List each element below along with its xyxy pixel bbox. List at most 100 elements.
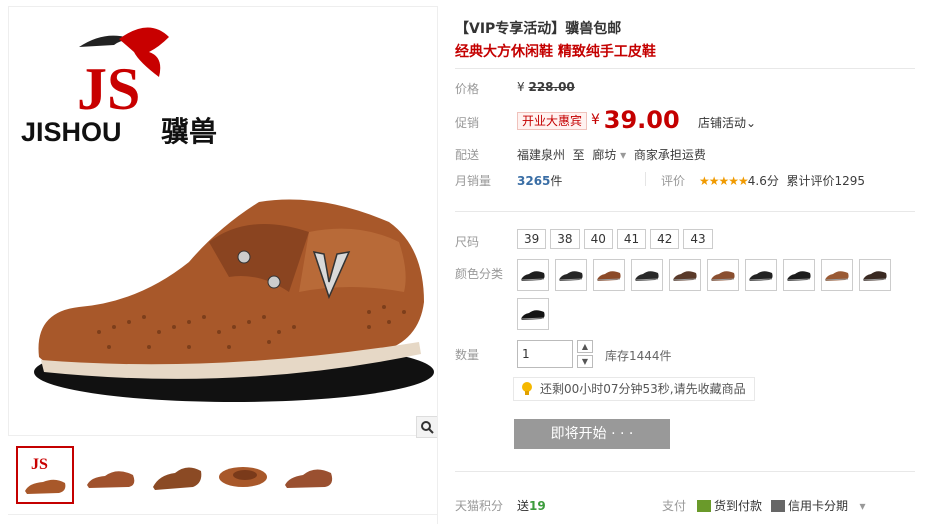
color-option[interactable] <box>593 259 625 291</box>
shipping-fee: 商家承担运费 <box>633 148 706 162</box>
product-gallery: JS JISHOU 骥兽 JS <box>8 6 438 518</box>
thumbnail[interactable] <box>82 446 140 504</box>
shoe-thumbnail-icon <box>634 271 659 281</box>
thumbnail[interactable] <box>148 446 206 504</box>
delivery-info: 福建泉州 至 廊坊 ▾ 商家承担运费 <box>517 146 706 163</box>
lightbulb-icon <box>522 382 532 395</box>
size-option[interactable]: 42 <box>650 229 680 249</box>
product-title: 【VIP专享活动】骥兽包邮 <box>455 21 622 37</box>
shoe-thumbnail-icon <box>862 271 887 281</box>
thumbnail-image <box>219 467 267 487</box>
points-prefix: 送 <box>517 499 530 513</box>
color-option[interactable] <box>555 259 587 291</box>
size-option[interactable]: 39 <box>517 229 547 249</box>
ship-destination: 廊坊 <box>592 148 617 162</box>
divider <box>455 211 915 212</box>
ship-destination-select[interactable]: 廊坊 ▾ <box>592 148 626 162</box>
thumbnail-image: JS <box>25 456 66 494</box>
countdown-text: 还剩00小时07分钟53秒,请先收藏商品 <box>540 382 746 396</box>
color-option[interactable] <box>517 298 549 330</box>
size-option[interactable]: 40 <box>583 229 613 249</box>
rating-label: 评价 <box>661 174 686 188</box>
thumbnail-strip: JS <box>16 446 338 506</box>
shoe-thumbnail-icon <box>824 271 849 281</box>
rating-stars: ★★★★★ <box>699 174 749 188</box>
ship-to-word: 至 <box>572 148 585 162</box>
color-option[interactable] <box>669 259 701 291</box>
cash-on-delivery-icon <box>697 500 711 512</box>
shoe-thumbnail-icon <box>786 271 811 281</box>
size-option[interactable]: 43 <box>683 229 713 249</box>
thumbnail[interactable] <box>214 446 272 504</box>
promo-label: 促销 <box>455 116 480 130</box>
start-button[interactable]: 即将开始 · · · <box>514 419 670 449</box>
delivery-label: 配送 <box>455 148 480 162</box>
color-option[interactable] <box>821 259 853 291</box>
currency-symbol: ¥ <box>591 112 600 128</box>
currency-symbol: ¥ <box>517 80 525 94</box>
product-page: JS JISHOU 骥兽 JS 【VIP专享活动】骥兽包邮 经典大方休闲鞋 精致… <box>0 0 930 524</box>
shop-event-label: 店铺活动 <box>698 116 747 130</box>
zoom-button[interactable] <box>416 416 438 438</box>
shoe-thumbnail-icon <box>558 271 583 281</box>
chevron-up-icon: ▲ <box>581 342 589 351</box>
divider <box>437 6 438 524</box>
thumbnail[interactable]: JS <box>16 446 74 504</box>
cash-on-delivery[interactable]: 货到付款 <box>697 497 762 514</box>
product-subtitle: 经典大方休闲鞋 精致纯手工皮鞋 <box>455 44 656 60</box>
quantity-decrease-button[interactable]: ▼ <box>577 355 593 368</box>
quantity-label: 数量 <box>455 348 480 362</box>
shoe-image <box>34 199 434 402</box>
color-option[interactable] <box>707 259 739 291</box>
payment-label: 支付 <box>662 499 687 513</box>
color-label: 颜色分类 <box>455 267 504 281</box>
color-option[interactable] <box>745 259 777 291</box>
sale-price: ¥ 39.00 <box>591 106 680 134</box>
main-product-image[interactable]: JS JISHOU 骥兽 <box>8 6 438 436</box>
tmall-points: 送19 <box>517 497 546 514</box>
divider <box>455 471 915 472</box>
tmall-points-label: 天猫积分 <box>455 499 504 513</box>
svg-text:JS: JS <box>31 456 48 473</box>
size-options: 39 38 40 41 42 43 <box>517 229 713 249</box>
credit-installment[interactable]: 信用卡分期 ▾ <box>771 497 866 514</box>
rating-score: 4.6分 <box>747 174 779 188</box>
original-price: ¥ 228.00 <box>517 80 575 94</box>
caret-down-icon: ▾ <box>859 499 866 513</box>
shoe-thumbnail-icon <box>520 271 545 281</box>
logo-cn: 骥兽 <box>161 115 217 147</box>
thumbnail[interactable] <box>280 446 338 504</box>
quantity-input[interactable]: 1 <box>517 340 573 368</box>
shoe-thumbnail-icon <box>596 271 621 281</box>
review-count-link[interactable]: 累计评价1295 <box>787 174 866 188</box>
credit-card-icon <box>771 500 785 512</box>
stock-count: 库存1444件 <box>605 349 672 363</box>
shop-event-dropdown[interactable]: 店铺活动⌄ <box>698 114 756 131</box>
chevron-down-icon: ▼ <box>581 357 589 366</box>
size-option[interactable]: 38 <box>550 229 580 249</box>
size-option[interactable]: 41 <box>616 229 647 249</box>
thumbnail-image <box>87 471 135 488</box>
sale-price-value: 39.00 <box>603 106 680 134</box>
divider <box>455 68 915 69</box>
cash-on-delivery-label: 货到付款 <box>714 499 763 513</box>
caret-down-icon: ▾ <box>620 148 627 162</box>
size-label: 尺码 <box>455 235 480 249</box>
shoe-thumbnail-icon <box>748 271 773 281</box>
monthly-sales: 3265件 <box>517 172 562 189</box>
color-option[interactable] <box>783 259 815 291</box>
thumbnail-image <box>285 469 333 488</box>
original-price-value: 228.00 <box>528 80 575 94</box>
divider <box>8 514 438 515</box>
monthly-sales-count: 3265 <box>517 174 551 188</box>
color-option[interactable] <box>517 259 549 291</box>
divider <box>645 172 646 186</box>
color-option[interactable] <box>631 259 663 291</box>
quantity-increase-button[interactable]: ▲ <box>577 340 593 353</box>
color-options <box>517 259 897 330</box>
ship-from: 福建泉州 <box>517 148 566 162</box>
shoe-thumbnail-icon <box>672 271 697 281</box>
shoe-thumbnail-icon <box>710 271 735 281</box>
monthly-sales-label: 月销量 <box>455 174 492 188</box>
color-option[interactable] <box>859 259 891 291</box>
